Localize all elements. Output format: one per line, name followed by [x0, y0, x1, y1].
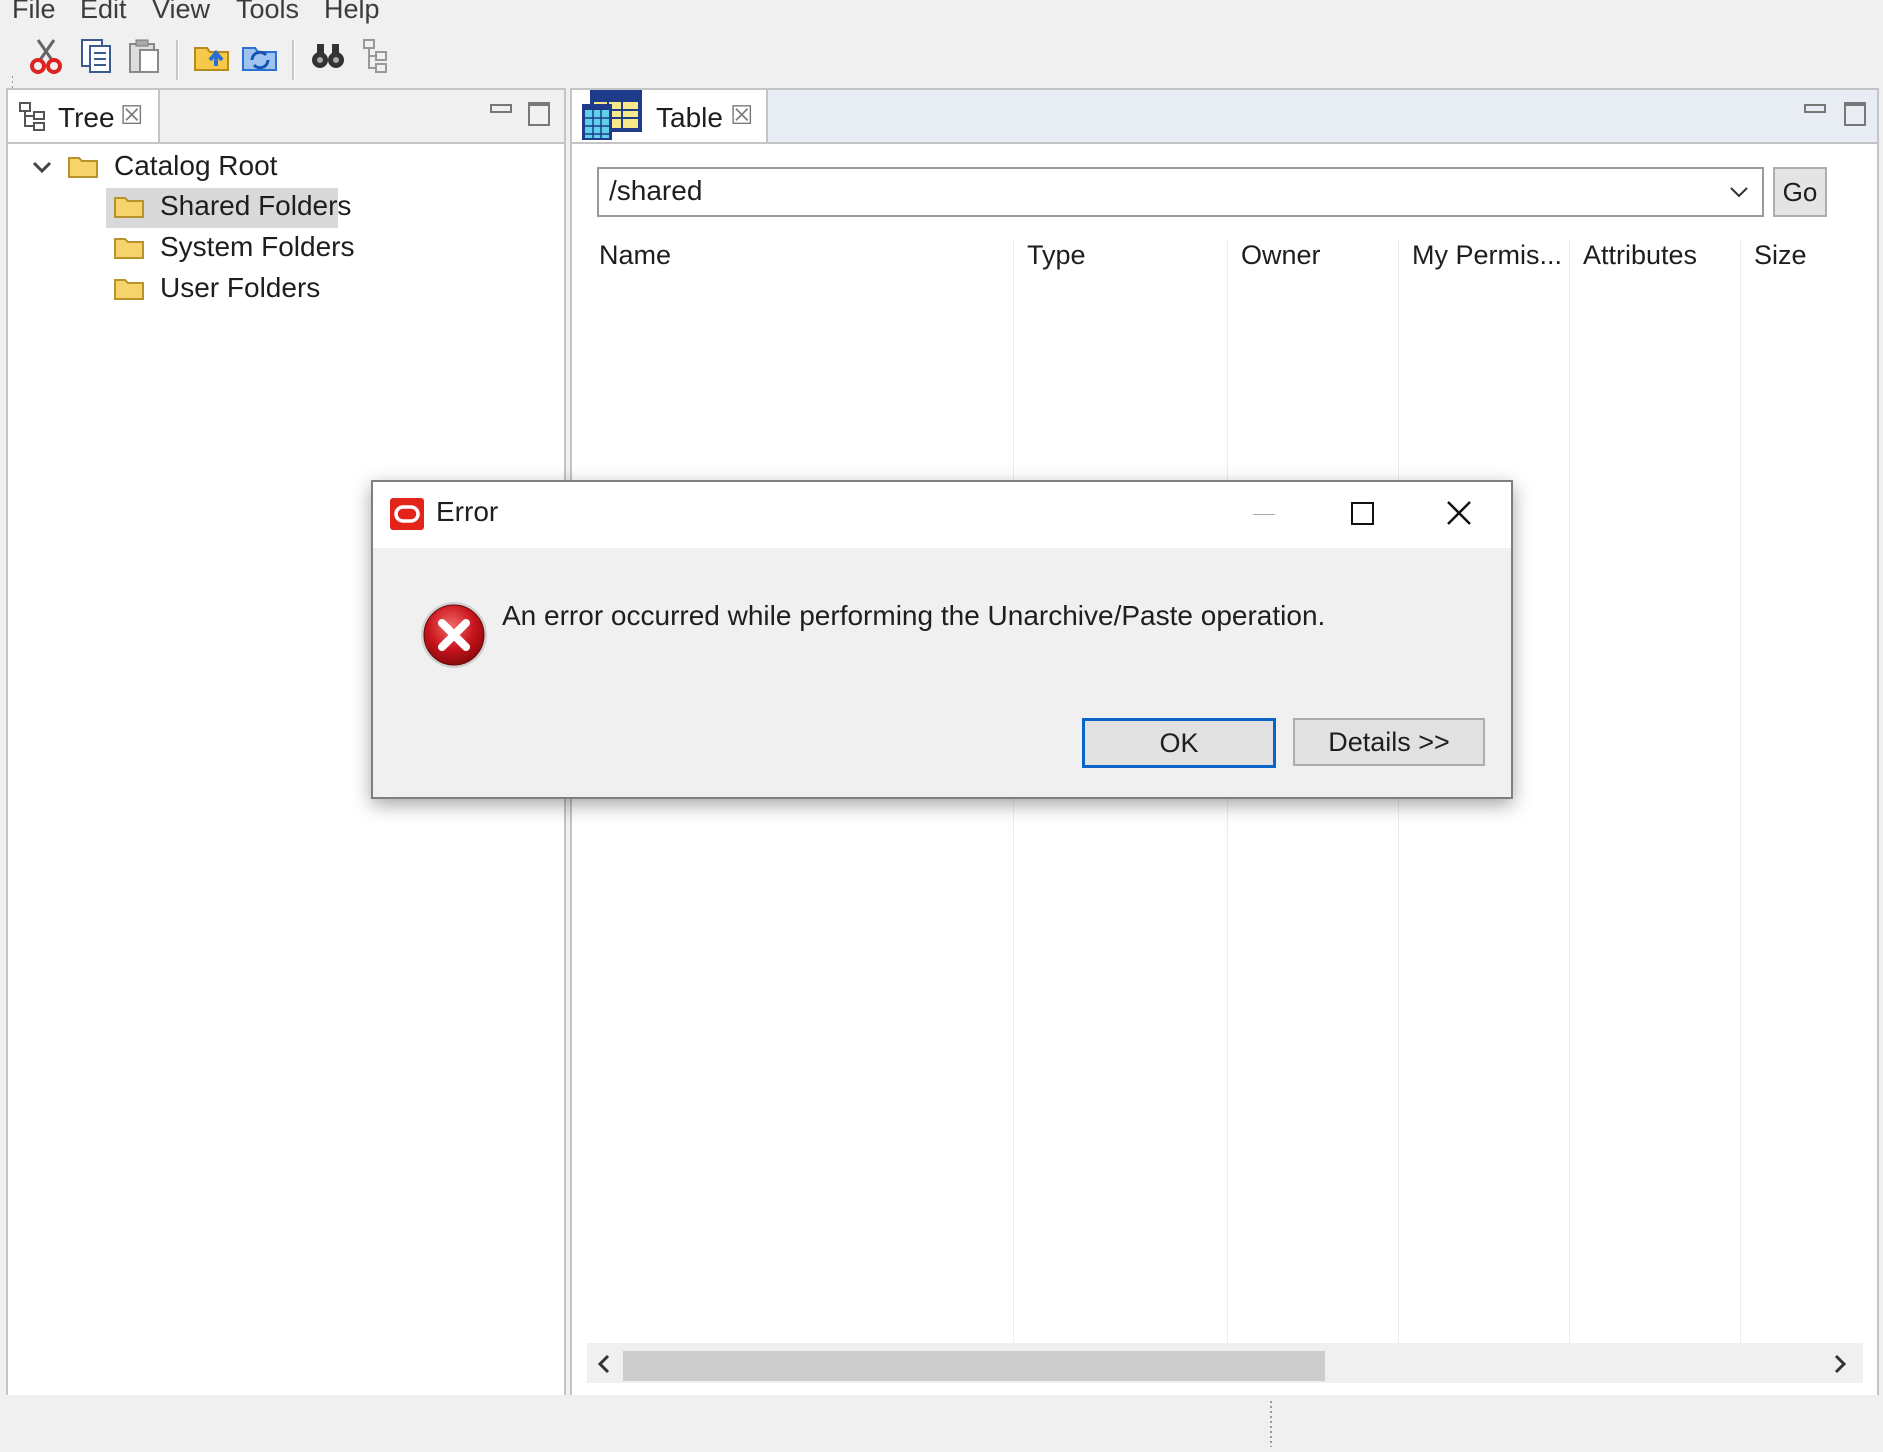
- tree-tab-label: Tree: [58, 102, 115, 133]
- toolbar-separator: [292, 40, 295, 80]
- folder-icon: [114, 197, 144, 218]
- details-button[interactable]: Details >>: [1293, 718, 1485, 766]
- copy-icon[interactable]: [76, 36, 116, 76]
- table-tab-label: Table: [656, 102, 723, 133]
- path-combobox[interactable]: /shared: [597, 167, 1764, 217]
- ok-button[interactable]: OK: [1082, 718, 1276, 768]
- table-icon: [580, 88, 646, 149]
- horizontal-scrollbar[interactable]: [587, 1343, 1863, 1383]
- column-header-size[interactable]: Size: [1754, 240, 1807, 290]
- column-header-permissions[interactable]: My Permis...: [1412, 240, 1562, 290]
- tab-table[interactable]: Table ☒: [572, 90, 768, 142]
- toolbar: [0, 36, 1883, 116]
- tree-item-system-folders[interactable]: System Folders: [106, 229, 406, 269]
- error-message: An error occurred while performing the U…: [502, 600, 1326, 631]
- tree-view-icon[interactable]: [358, 36, 398, 76]
- column-divider: [1569, 240, 1570, 1345]
- dialog-title: Error: [436, 496, 499, 527]
- menu-help[interactable]: Help: [324, 0, 380, 25]
- menu-edit[interactable]: Edit: [80, 0, 127, 25]
- tree-tab-icon: [18, 100, 50, 137]
- minimize-icon[interactable]: [490, 104, 512, 113]
- column-header-name[interactable]: Name: [599, 240, 671, 290]
- folder-icon: [114, 238, 144, 259]
- maximize-icon[interactable]: [1844, 102, 1866, 126]
- folder-icon: [114, 279, 144, 300]
- folder-icon: [68, 157, 98, 178]
- tree-item-label: User Folders: [160, 272, 321, 303]
- column-header-owner[interactable]: Owner: [1241, 240, 1321, 290]
- minimize-icon[interactable]: [1804, 104, 1826, 113]
- menu-file[interactable]: File: [12, 0, 56, 25]
- paste-icon[interactable]: [124, 36, 164, 76]
- dialog-title-bar[interactable]: Error: [373, 482, 1511, 548]
- cut-icon[interactable]: [26, 36, 66, 76]
- open-folder-icon[interactable]: [192, 36, 232, 76]
- tab-tree[interactable]: Tree ☒: [8, 90, 160, 142]
- column-header-type[interactable]: Type: [1027, 240, 1086, 290]
- table-panel-header: Table ☒: [572, 90, 1877, 144]
- column-header-attributes[interactable]: Attributes: [1583, 240, 1697, 290]
- maximize-icon[interactable]: [528, 102, 550, 126]
- menu-view[interactable]: View: [152, 0, 210, 25]
- status-bar: [0, 1395, 1883, 1452]
- close-icon[interactable]: ☒: [120, 100, 143, 131]
- tree-panel-header: Tree ☒: [8, 90, 564, 144]
- find-icon[interactable]: [308, 36, 348, 76]
- chevron-down-icon[interactable]: [30, 154, 54, 186]
- path-input[interactable]: /shared: [609, 175, 702, 207]
- tree-item-label: Catalog Root: [114, 150, 278, 181]
- oracle-logo-icon: [390, 498, 424, 535]
- tree-item-catalog-root[interactable]: Catalog Root: [22, 148, 542, 188]
- tree-item-user-folders[interactable]: User Folders: [106, 270, 406, 310]
- close-icon[interactable]: ☒: [730, 100, 753, 131]
- minimize-icon[interactable]: [1253, 514, 1275, 515]
- chevron-down-icon[interactable]: [1728, 181, 1750, 208]
- status-bar-grip: [1270, 1401, 1272, 1447]
- close-icon[interactable]: [1446, 500, 1472, 531]
- tree-item-label: Shared Folders: [160, 190, 352, 221]
- refresh-icon[interactable]: [240, 36, 280, 76]
- tree-item-shared-folders[interactable]: Shared Folders: [106, 188, 351, 228]
- column-divider: [1740, 240, 1741, 1345]
- maximize-icon[interactable]: [1351, 502, 1374, 525]
- scroll-left-icon[interactable]: [595, 1353, 613, 1380]
- scrollbar-thumb[interactable]: [623, 1351, 1325, 1381]
- go-button[interactable]: Go: [1773, 167, 1827, 217]
- error-dialog: Error An error occurred while performing…: [371, 480, 1513, 799]
- scroll-right-icon[interactable]: [1831, 1353, 1849, 1380]
- tree-item-label: System Folders: [160, 231, 355, 262]
- menu-tools[interactable]: Tools: [236, 0, 299, 25]
- error-icon: [419, 600, 489, 675]
- menu-bar: File Edit View Tools Help: [0, 0, 1883, 26]
- toolbar-separator: [176, 40, 179, 80]
